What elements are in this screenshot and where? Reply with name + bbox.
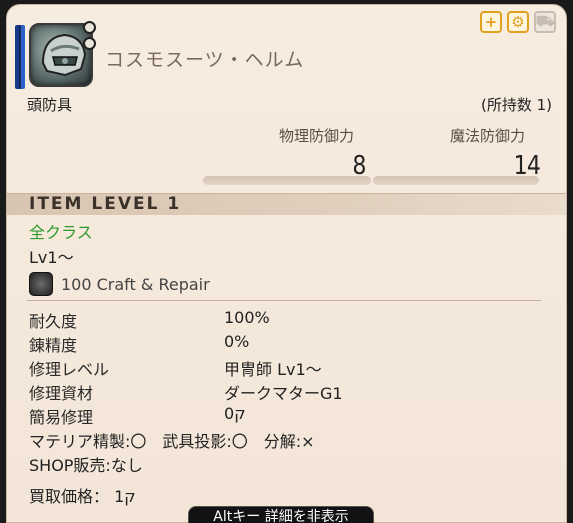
- helm-icon: [29, 23, 93, 87]
- detail-label: 修理資材: [29, 384, 94, 403]
- required-level: Lv1～: [29, 248, 74, 267]
- plus-icon[interactable]: +: [480, 11, 502, 33]
- item-level: ITEM LEVEL 1: [29, 194, 182, 214]
- rarity-bar: [15, 25, 25, 89]
- item-tooltip: コスモスーツ・ヘルム + ⚙ ⛟ 頭防具 (所持数 1) 物理防御力 8 魔法防…: [6, 4, 567, 523]
- item-name: コスモスーツ・ヘルム: [105, 49, 305, 71]
- detail-value: ダークマターG1: [224, 384, 343, 403]
- detail-value: 0ק: [224, 404, 246, 423]
- physical-defense-bar: [203, 176, 371, 185]
- detail-value: 0%: [224, 332, 250, 351]
- detail-label: 修理レベル: [29, 360, 110, 379]
- materia-flags: マテリア精製:〇 武具投影:〇 分解:×: [29, 432, 315, 451]
- icon-ring: [83, 37, 96, 50]
- magic-defense-label: 魔法防御力: [450, 127, 526, 145]
- magic-defense-bar: [373, 176, 539, 185]
- detail-label: 錬精度: [29, 336, 78, 355]
- sell-price: 買取価格： 1ק: [29, 487, 136, 506]
- section-divider: [27, 300, 541, 301]
- owned-count: (所持数 1): [480, 96, 552, 114]
- shop-flag: SHOP販売:なし: [29, 456, 143, 475]
- item-icon-frame: [15, 21, 96, 91]
- item-category: 頭防具: [27, 96, 73, 114]
- cart-icon[interactable]: ⛟: [534, 11, 556, 33]
- detail-label: 耐久度: [29, 312, 78, 331]
- top-icons: + ⚙ ⛟: [480, 11, 556, 33]
- alt-key-hint: Altキー 詳細を非表示: [188, 506, 374, 523]
- craft-repair-label: 100 Craft & Repair: [61, 275, 210, 294]
- detail-value: 甲冑師 Lv1～: [224, 360, 322, 379]
- icon-ring: [83, 21, 96, 34]
- physical-defense-label: 物理防御力: [279, 127, 355, 145]
- class-restriction: 全クラス: [29, 223, 93, 242]
- detail-value: 100%: [224, 308, 270, 327]
- gear-plus-icon[interactable]: ⚙: [507, 11, 529, 33]
- crafter-job-icon: [29, 272, 53, 296]
- detail-label: 簡易修理: [29, 408, 94, 427]
